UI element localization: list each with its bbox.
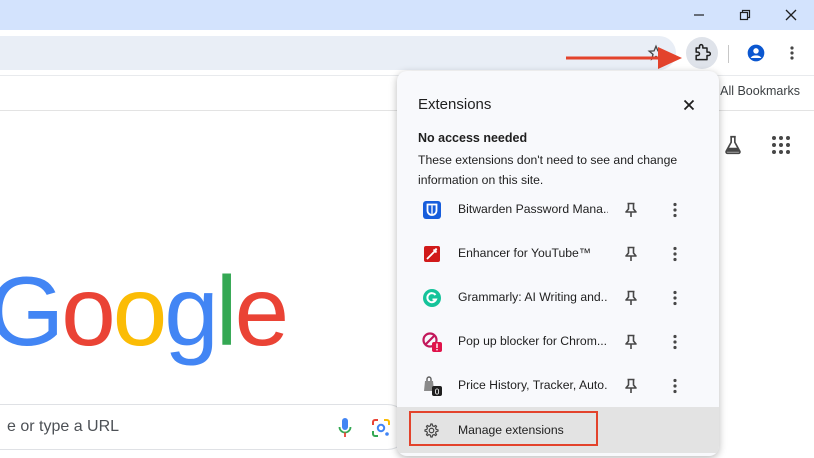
logo-letter: e: [234, 256, 289, 366]
labs-flask-icon[interactable]: [722, 134, 744, 156]
vertical-dots-icon: [673, 246, 677, 262]
restore-button[interactable]: [722, 0, 768, 30]
minimize-icon: [694, 14, 704, 16]
vertical-dots-icon: [673, 334, 677, 350]
pin-icon: [625, 290, 637, 305]
extensions-menu: Extensions No access needed These extens…: [397, 71, 719, 456]
extension-more-button[interactable]: [665, 288, 685, 308]
restore-icon: [739, 9, 751, 21]
apps-grid-icon[interactable]: [770, 134, 792, 156]
extension-name: Grammarly: AI Writing and...: [458, 290, 608, 304]
section-heading: No access needed: [418, 131, 528, 145]
extension-item-grammarly[interactable]: Grammarly: AI Writing and...: [397, 276, 719, 320]
person-icon: [747, 44, 765, 62]
pointer-arrow: [566, 47, 682, 69]
extensions-menu-title: Extensions: [418, 96, 492, 113]
pin-icon: [625, 378, 637, 393]
extension-item-bitwarden[interactable]: Bitwarden Password Mana...: [397, 188, 719, 232]
price-history-icon: 0: [424, 376, 442, 397]
minimize-button[interactable]: [676, 0, 722, 30]
title-bar: [0, 0, 814, 30]
close-icon: [785, 9, 797, 21]
extension-more-button[interactable]: [665, 200, 685, 220]
logo-letter: o: [61, 256, 115, 366]
google-lens-icon[interactable]: [371, 418, 391, 438]
vertical-dots-icon: [673, 290, 677, 306]
extension-name: Price History, Tracker, Auto...: [458, 378, 608, 392]
pin-button[interactable]: [621, 288, 641, 308]
enhancer-icon: [424, 246, 440, 262]
pin-icon: [625, 202, 637, 217]
profile-button[interactable]: [740, 37, 772, 69]
pin-button[interactable]: [621, 376, 641, 396]
search-placeholder: e or type a URL: [7, 418, 120, 435]
extension-name: Pop up blocker for Chrom...: [458, 334, 608, 348]
all-bookmarks-link[interactable]: All Bookmarks: [720, 84, 800, 98]
pin-button[interactable]: [621, 244, 641, 264]
vertical-dots-icon: [673, 378, 677, 394]
chrome-menu-button[interactable]: [776, 37, 808, 69]
extension-more-button[interactable]: [665, 332, 685, 352]
puzzle-icon: [695, 43, 712, 61]
google-logo: Google: [0, 262, 289, 360]
extensions-button[interactable]: [686, 37, 718, 69]
search-box[interactable]: e or type a URL: [0, 404, 410, 450]
manage-extensions-button[interactable]: Manage extensions: [397, 407, 719, 453]
pin-icon: [625, 334, 637, 349]
extension-more-button[interactable]: [665, 244, 685, 264]
pin-button[interactable]: [621, 332, 641, 352]
popup-blocker-icon: [422, 332, 442, 352]
extension-item-price-history[interactable]: 0 Price History, Tracker, Auto...: [397, 364, 719, 408]
svg-text:0: 0: [434, 388, 439, 397]
highlight-annotation-box: [409, 411, 598, 446]
extension-more-button[interactable]: [665, 376, 685, 396]
logo-letter: G: [0, 256, 64, 366]
extensions-menu-close-button[interactable]: [677, 93, 701, 117]
logo-letter: g: [164, 256, 218, 366]
pin-button[interactable]: [621, 200, 641, 220]
extension-item-popup-blocker[interactable]: Pop up blocker for Chrom...: [397, 320, 719, 364]
bitwarden-icon: [423, 201, 441, 219]
vertical-dots-icon: [790, 46, 794, 60]
extension-item-enhancer[interactable]: Enhancer for YouTube™: [397, 232, 719, 276]
close-icon: [683, 99, 695, 111]
microphone-icon[interactable]: [337, 417, 353, 439]
toolbar-divider: [728, 45, 729, 63]
logo-letter: l: [215, 256, 238, 366]
section-description: These extensions don't need to see and c…: [418, 153, 678, 187]
vertical-dots-icon: [673, 202, 677, 218]
grammarly-icon: [423, 289, 441, 307]
extension-name: Enhancer for YouTube™: [458, 246, 592, 260]
logo-letter: o: [112, 256, 167, 366]
close-window-button[interactable]: [768, 0, 814, 30]
extension-name: Bitwarden Password Mana...: [458, 202, 608, 216]
pin-icon: [625, 246, 637, 261]
browser-toolbar: [0, 30, 814, 76]
